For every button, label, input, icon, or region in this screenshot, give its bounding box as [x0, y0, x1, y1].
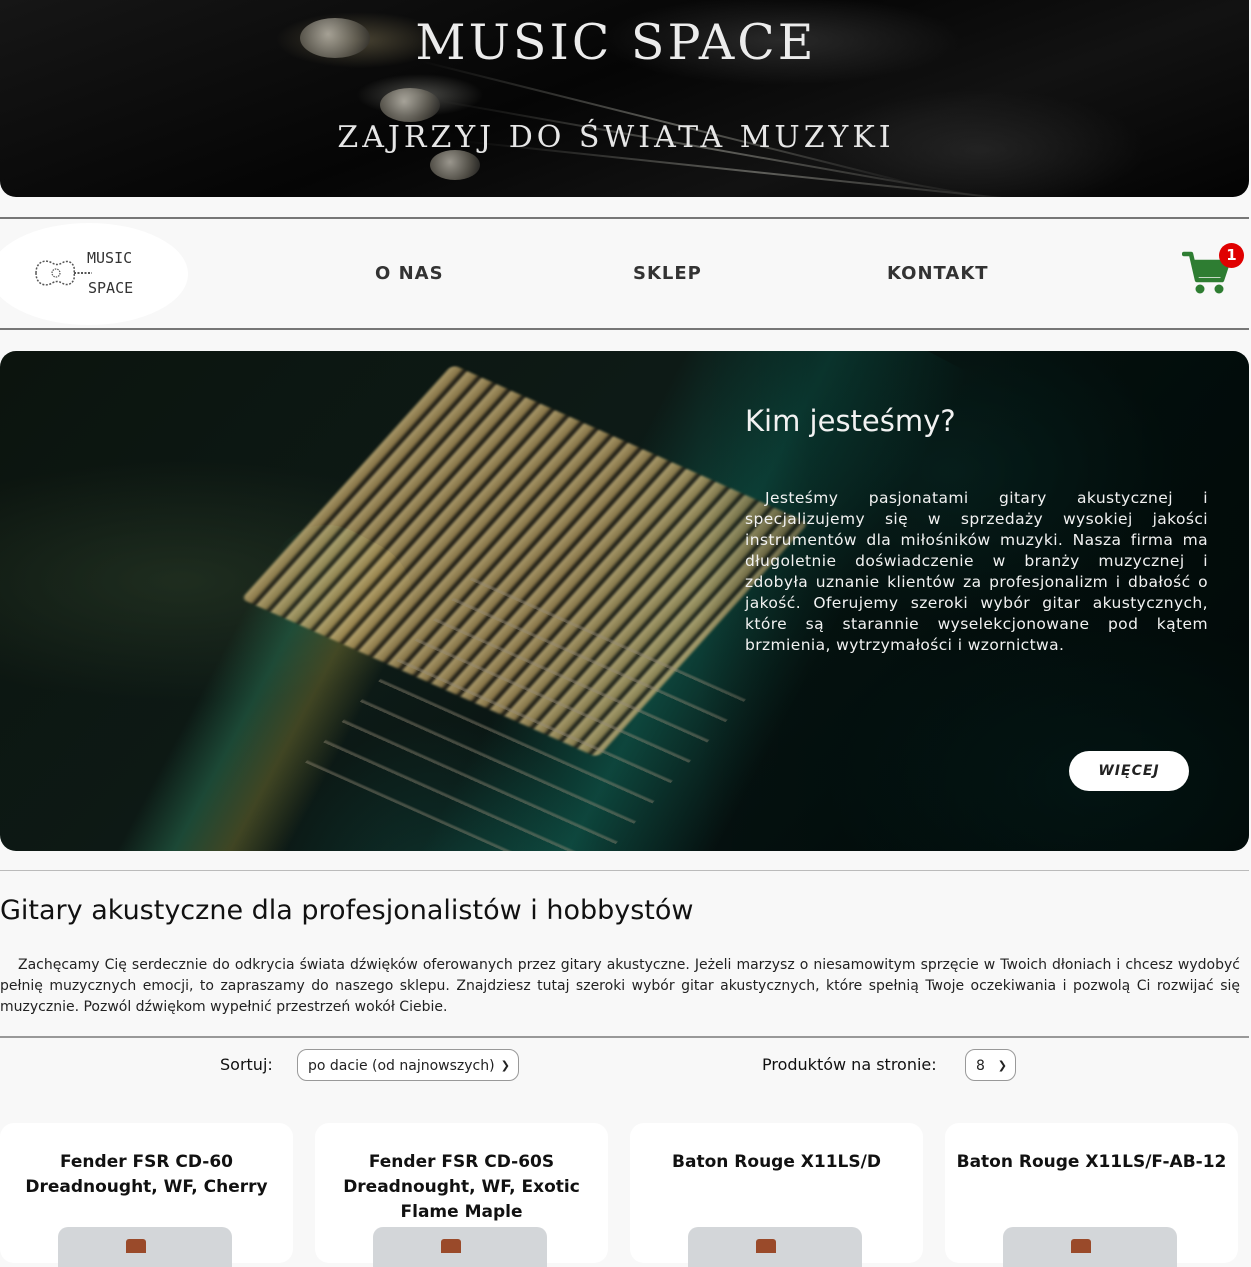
logo-text-space: SPACE	[88, 279, 134, 297]
guitar-headstock-image	[756, 1239, 776, 1253]
more-button[interactable]: WIĘCEJ	[1069, 751, 1189, 791]
top-banner: MUSIC SPACE ZAJRZYJ DO ŚWIATA MUZYKI	[0, 0, 1249, 197]
per-page-label: Produktów na stronie:	[762, 1055, 937, 1074]
logo[interactable]: MUSIC SPACE	[0, 223, 188, 325]
product-title[interactable]: Baton Rouge X11LS/F-AB-12	[955, 1150, 1228, 1175]
nav-link-o-nas[interactable]: O NAS	[375, 263, 444, 284]
product-image[interactable]	[1003, 1227, 1177, 1267]
product-image[interactable]	[688, 1227, 862, 1267]
sort-select[interactable]: po dacie (od najnowszych) ❯	[297, 1049, 519, 1081]
nav-link-kontakt[interactable]: KONTAKT	[887, 263, 989, 284]
site-subtitle: ZAJRZYJ DO ŚWIATA MUZYKI	[337, 120, 895, 155]
product-title[interactable]: Baton Rouge X11LS/D	[640, 1150, 913, 1175]
main-nav: MUSIC SPACE O NAS SKLEP KONTAKT	[0, 219, 1249, 329]
product-card[interactable]: Fender FSR CD-60S Dreadnought, WF, Exoti…	[315, 1123, 608, 1267]
cart-count-badge: 1	[1219, 243, 1244, 268]
product-image[interactable]	[58, 1227, 232, 1267]
logo-text-music: MUSIC	[87, 249, 133, 267]
hero-description: Jesteśmy pasjonatami gitary akustycznej …	[745, 489, 1208, 654]
section-title: Gitary akustyczne dla profesjonalistów i…	[0, 895, 694, 926]
nav-bottom-divider	[0, 328, 1249, 330]
hero-title: Kim jesteśmy?	[745, 404, 956, 438]
product-card[interactable]: Fender FSR CD-60 Dreadnought, WF, Cherry	[0, 1123, 293, 1267]
sort-select-value: po dacie (od najnowszych)	[308, 1058, 495, 1074]
chevron-down-icon: ❯	[500, 1059, 510, 1072]
guitar-headstock-image	[126, 1239, 146, 1253]
product-image[interactable]	[373, 1227, 547, 1267]
controls-divider	[0, 1036, 1249, 1038]
guitar-headstock-image	[441, 1239, 461, 1253]
product-title[interactable]: Fender FSR CD-60 Dreadnought, WF, Cherry	[10, 1150, 283, 1200]
chevron-down-icon: ❯	[997, 1059, 1007, 1072]
site-title: MUSIC SPACE	[415, 14, 817, 71]
section-divider	[0, 870, 1249, 871]
nav-link-sklep[interactable]: SKLEP	[633, 263, 702, 284]
tuning-peg-decor	[380, 88, 440, 122]
per-page-select-value: 8	[976, 1058, 985, 1074]
guitar-headstock-image	[1071, 1239, 1091, 1253]
product-card[interactable]: Baton Rouge X11LS/F-AB-12	[945, 1123, 1238, 1267]
per-page-select[interactable]: 8 ❯	[965, 1049, 1016, 1081]
guitar-logo-icon	[35, 260, 92, 286]
section-description: Zachęcamy Cię serdecznie do odkrycia świ…	[0, 957, 1240, 1015]
product-title[interactable]: Fender FSR CD-60S Dreadnought, WF, Exoti…	[325, 1150, 598, 1225]
sort-label: Sortuj:	[220, 1055, 273, 1074]
product-card[interactable]: Baton Rouge X11LS/D	[630, 1123, 923, 1267]
